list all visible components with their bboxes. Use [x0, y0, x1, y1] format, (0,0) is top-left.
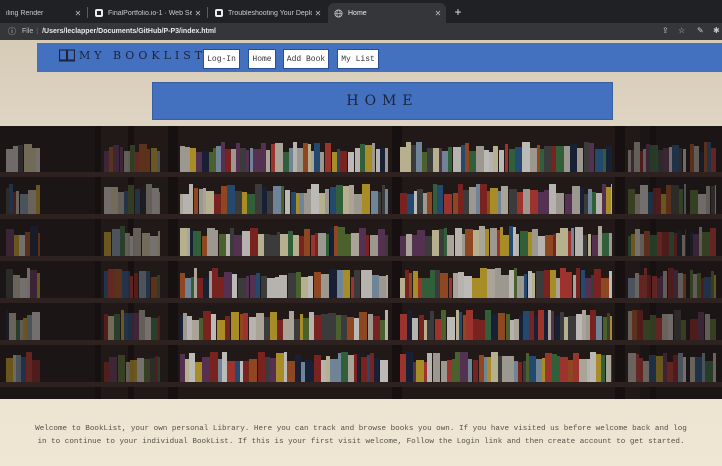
- address-scheme: File: [22, 27, 34, 35]
- browser-toolbar: ⓘ File | /Users/leclapper/Documents/GitH…: [0, 23, 722, 40]
- extensions-icon[interactable]: ✱: [713, 26, 720, 35]
- browser-tab-strip: iling Render ✕ FinalPortfolio.io-1 · Web…: [0, 0, 722, 23]
- tab-troubleshooting[interactable]: Troubleshooting Your Deploy | ✕: [208, 3, 326, 23]
- tab-home[interactable]: Home ✕: [328, 3, 446, 23]
- open-book-icon: [59, 49, 75, 62]
- address-divider: |: [36, 27, 39, 35]
- nav-home-button[interactable]: Home: [248, 49, 276, 69]
- bookmark-star-icon[interactable]: ☆: [678, 26, 685, 35]
- bookshelf-illustration: [0, 126, 722, 399]
- tab-title: Home: [348, 9, 367, 17]
- close-tab-icon[interactable]: ✕: [432, 9, 444, 18]
- render-favicon-icon: [214, 9, 223, 18]
- nav-add-book-button[interactable]: Add Book: [283, 49, 329, 69]
- globe-icon: [334, 8, 343, 18]
- site-brand-name: MY BOOKLIST: [79, 49, 207, 62]
- nav-login-button[interactable]: Log-In: [203, 49, 240, 69]
- site-brand[interactable]: MY BOOKLIST: [59, 49, 206, 62]
- site-navbar: MY BOOKLIST Log-In Home Add Book My List: [37, 43, 722, 72]
- page-title: HOME: [346, 93, 419, 109]
- share-icon[interactable]: ⇪: [662, 26, 669, 35]
- info-icon[interactable]: ⓘ: [8, 26, 16, 37]
- page-title-banner: HOME: [152, 82, 613, 120]
- pen-icon[interactable]: ✎: [697, 26, 704, 35]
- tab-title: iling Render: [6, 9, 44, 17]
- nav-my-list-button[interactable]: My List: [337, 49, 379, 69]
- tab-render[interactable]: iling Render ✕: [0, 3, 86, 23]
- bookshelf-image: [0, 126, 722, 399]
- tab-title: FinalPortfolio.io-1 · Web Ser: [108, 9, 192, 17]
- render-favicon-icon: [94, 9, 103, 18]
- close-tab-icon[interactable]: ✕: [312, 9, 324, 18]
- address-bar[interactable]: ⓘ File | /Users/leclapper/Documents/GitH…: [0, 24, 657, 38]
- new-tab-button[interactable]: +: [451, 4, 465, 20]
- close-tab-icon[interactable]: ✕: [72, 9, 84, 18]
- close-tab-icon[interactable]: ✕: [192, 9, 204, 18]
- tab-title: Troubleshooting Your Deploy |: [228, 9, 312, 17]
- tab-final-portfolio[interactable]: FinalPortfolio.io-1 · Web Ser ✕: [88, 3, 206, 23]
- address-path: /Users/leclapper/Documents/GitHub/P-P3/i…: [42, 27, 216, 35]
- welcome-text: Welcome to BookList, your own personal L…: [35, 425, 687, 446]
- web-page: MY BOOKLIST Log-In Home Add Book My List…: [0, 40, 722, 466]
